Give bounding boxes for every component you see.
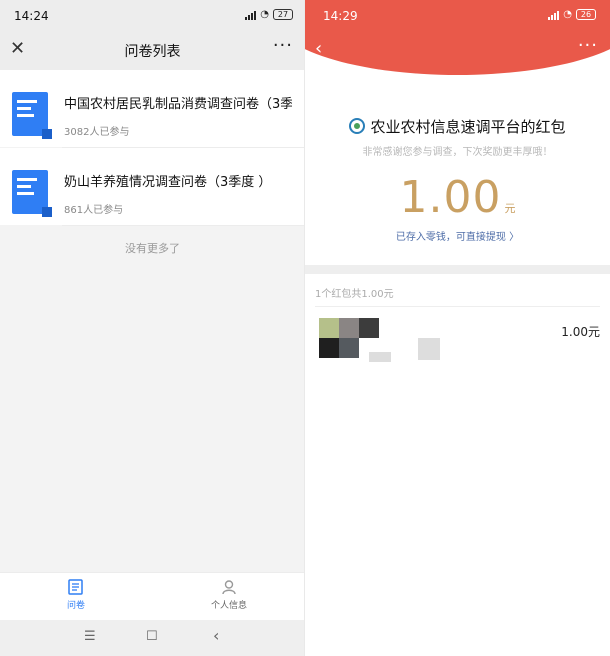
battery-indicator: 26 [576, 9, 596, 20]
tab-label: 个人信息 [210, 601, 247, 611]
red-packet-screen: 14:29 ◔ 26 ‹ ··· 农业农村信息速调平台的红包 非常感谢您参与调查… [305, 0, 610, 656]
participant-count: 861人已参与 [64, 205, 124, 216]
survey-list-screen: 14:24 ◔ 27 ✕ 问卷列表 ··· 中国农村居民乳制品消费调查问卷（3季… [0, 0, 305, 656]
withdraw-link[interactable]: 已存入零钱，可直接提现 〉 [305, 228, 610, 243]
tab-bar: 问卷 个人信息 [0, 572, 305, 620]
sender-line: 农业农村信息速调平台的红包 [305, 116, 610, 137]
nav-bar: ✕ 问卷列表 ··· [0, 30, 305, 70]
received-amount: 1.00元 [561, 325, 600, 339]
survey-icon [68, 579, 83, 595]
back-icon[interactable]: ‹ [315, 38, 322, 59]
tab-label: 问卷 [66, 601, 85, 611]
survey-doc-icon [12, 92, 52, 139]
divider [315, 306, 600, 307]
tab-personal-info[interactable]: 个人信息 [189, 579, 269, 611]
signal-icon [548, 10, 560, 20]
status-time: 14:29 [323, 9, 358, 23]
survey-title: 中国农村居民乳制品消费调查问卷（3季... [64, 97, 292, 112]
person-icon [222, 580, 236, 595]
section-gap [305, 265, 610, 274]
amount-unit: 元 [504, 202, 516, 215]
packet-summary: 1个红包共1.00元 [315, 289, 394, 300]
wifi-icon: ◔ [260, 8, 269, 20]
menu-icon[interactable]: ☰ [84, 629, 96, 644]
status-bar: 14:29 ◔ 26 [305, 0, 610, 30]
survey-list: 中国农村居民乳制品消费调查问卷（3季... 3082人已参与 奶山羊养殖情况调查… [0, 70, 305, 256]
tab-survey[interactable]: 问卷 [36, 579, 116, 611]
signal-icon [245, 10, 257, 20]
wifi-icon: ◔ [563, 8, 572, 20]
system-nav-bar [305, 620, 610, 656]
system-nav-bar: ☰ ☐ ‹ [0, 620, 305, 656]
battery-indicator: 27 [273, 9, 293, 20]
status-bar: 14:24 ◔ 27 [0, 0, 305, 30]
status-time: 14:24 [14, 9, 49, 23]
blurred-name [369, 352, 391, 362]
home-icon[interactable]: ☐ [146, 629, 158, 644]
platform-logo-icon [349, 118, 366, 134]
more-options-icon[interactable]: ··· [578, 35, 598, 56]
status-icons: ◔ 27 [245, 9, 293, 20]
survey-item[interactable]: 中国农村居民乳制品消费调查问卷（3季... 3082人已参与 [0, 70, 305, 147]
survey-doc-icon [12, 170, 52, 217]
page-title: 问卷列表 [124, 44, 181, 60]
survey-item[interactable]: 奶山羊养殖情况调查问卷（3季度 ） 861人已参与 [0, 148, 305, 225]
blurred-name [418, 338, 440, 360]
thanks-message: 非常感谢您参与调查，下次奖励更丰厚哦！ [362, 147, 553, 158]
back-icon[interactable]: ‹ [213, 626, 219, 645]
participant-count: 3082人已参与 [64, 127, 130, 138]
red-packet-amount: 1.00 元 [305, 172, 610, 223]
no-more-text: 没有更多了 [125, 242, 180, 255]
more-options-icon[interactable]: ··· [273, 35, 293, 56]
amount-value: 1.00 [399, 172, 502, 223]
survey-title: 奶山羊养殖情况调查问卷（3季度 ） [64, 175, 272, 190]
status-icons: ◔ 26 [548, 9, 596, 20]
sender-name: 农业农村信息速调平台的红包 [370, 118, 566, 136]
